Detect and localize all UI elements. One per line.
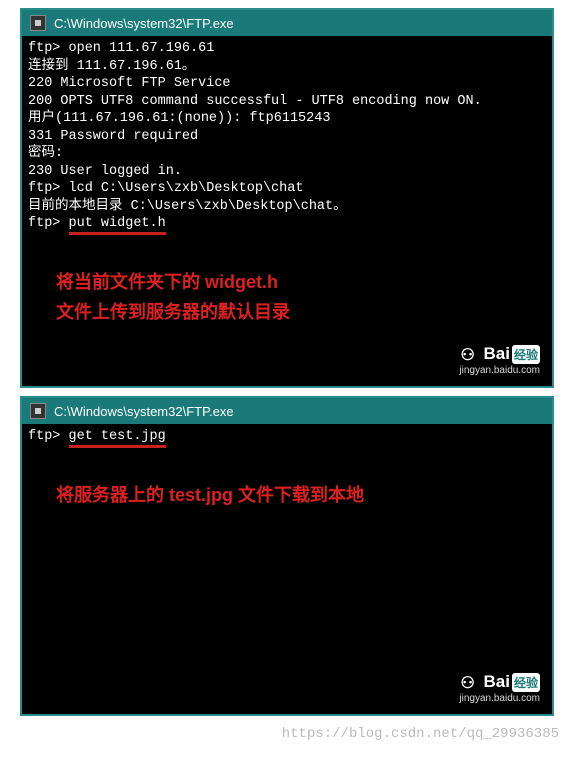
terminal-line: 230 User logged in. — [28, 163, 546, 181]
window-title: C:\Windows\system32\FTP.exe — [54, 16, 234, 31]
brand-text: Bai — [484, 344, 510, 364]
app-icon — [30, 403, 46, 419]
baidu-logo: Bai经验 — [459, 672, 540, 692]
brand-url: jingyan.baidu.com — [459, 693, 540, 704]
title-bar: C:\Windows\system32\FTP.exe — [22, 10, 552, 36]
brand-suffix: 经验 — [512, 345, 540, 364]
baidu-logo: Bai经验 — [459, 344, 540, 364]
terminal-line: ftp> open 111.67.196.61 — [28, 40, 546, 58]
baidu-watermark: Bai经验 jingyan.baidu.com — [459, 672, 540, 704]
terminal-line: 密码: — [28, 145, 546, 163]
annotation-line: 将当前文件夹下的 widget.h — [56, 268, 546, 298]
prompt-text: ftp> — [28, 429, 69, 444]
prompt-text: ftp> — [28, 216, 69, 231]
title-bar: C:\Windows\system32\FTP.exe — [22, 398, 552, 424]
annotation-line: 将服务器上的 test.jpg 文件下载到本地 — [56, 481, 546, 511]
terminal-line: 331 Password required — [28, 128, 546, 146]
paw-icon — [461, 673, 481, 691]
app-icon — [30, 15, 46, 31]
page-watermark: https://blog.csdn.net/qq_29936385 — [282, 726, 559, 742]
window-title: C:\Windows\system32\FTP.exe — [54, 404, 234, 419]
terminal-output: ftp> get test.jpg 将服务器上的 test.jpg 文件下载到本… — [22, 424, 552, 514]
terminal-line-highlight: ftp> get test.jpg — [28, 428, 546, 446]
terminal-output: ftp> open 111.67.196.61 连接到 111.67.196.6… — [22, 36, 552, 331]
terminal-window-put: C:\Windows\system32\FTP.exe ftp> open 11… — [20, 8, 554, 388]
terminal-window-get: C:\Windows\system32\FTP.exe ftp> get tes… — [20, 396, 554, 716]
terminal-line: ftp> lcd C:\Users\zxb\Desktop\chat — [28, 180, 546, 198]
terminal-line-highlight: ftp> put widget.h — [28, 215, 546, 233]
terminal-line: 220 Microsoft FTP Service — [28, 75, 546, 93]
highlighted-command: get test.jpg — [69, 429, 166, 448]
baidu-watermark: Bai经验 jingyan.baidu.com — [459, 344, 540, 376]
terminal-line: 连接到 111.67.196.61。 — [28, 58, 546, 76]
annotation-text: 将服务器上的 test.jpg 文件下载到本地 — [56, 481, 546, 511]
terminal-line: 目前的本地目录 C:\Users\zxb\Desktop\chat。 — [28, 198, 546, 216]
terminal-line: 用户(111.67.196.61:(none)): ftp6115243 — [28, 110, 546, 128]
highlighted-command: put widget.h — [69, 216, 166, 235]
annotation-text: 将当前文件夹下的 widget.h 文件上传到服务器的默认目录 — [56, 268, 546, 327]
paw-icon — [461, 345, 481, 363]
brand-text: Bai — [484, 672, 510, 692]
terminal-line: 200 OPTS UTF8 command successful - UTF8 … — [28, 93, 546, 111]
annotation-line: 文件上传到服务器的默认目录 — [56, 298, 546, 328]
brand-suffix: 经验 — [512, 673, 540, 692]
brand-url: jingyan.baidu.com — [459, 365, 540, 376]
